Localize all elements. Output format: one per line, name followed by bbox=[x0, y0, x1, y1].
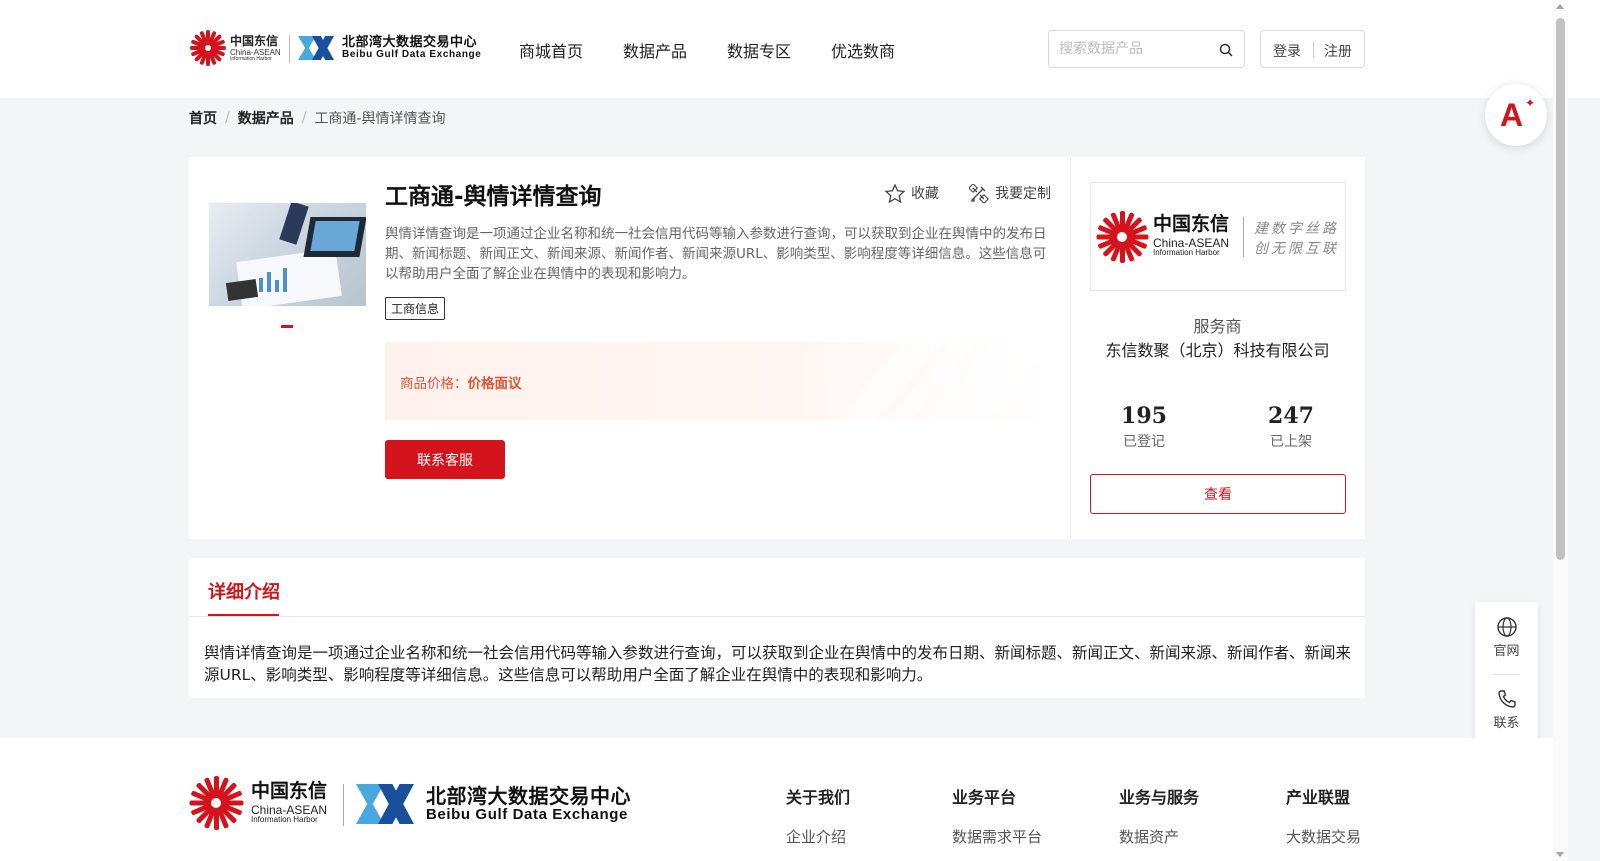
breadcrumb-current: 工商通-舆情详情查询 bbox=[314, 111, 446, 127]
globe-icon bbox=[1496, 617, 1517, 637]
product-description: 舆情详情查询是一项通过企业名称和统一社会信用代码等输入参数进行查询，可以获取到企… bbox=[385, 226, 1047, 282]
scroll-up-icon[interactable] bbox=[1556, 4, 1564, 9]
provider-name: 东信数聚（北京）科技有限公司 bbox=[1105, 341, 1330, 360]
footer-col-heading: 业务平台 bbox=[952, 788, 1017, 807]
footer-link[interactable]: 企业介绍 bbox=[786, 826, 850, 847]
china-asean-burst-icon bbox=[190, 30, 226, 66]
main-nav: 商城首页 数据产品 数据专区 优选数商 bbox=[519, 38, 895, 62]
logo-divider bbox=[289, 35, 290, 63]
price-value: 价格面议 bbox=[467, 376, 522, 392]
footer-col-about: 关于我们 企业介绍 bbox=[786, 784, 850, 847]
product-title: 工商通-舆情详情查询 bbox=[385, 184, 602, 210]
nav-mall-home[interactable]: 商城首页 bbox=[519, 38, 583, 62]
footer-logo-cn-title: 中国东信 bbox=[251, 780, 328, 802]
logo-bb-title: 北部湾大数据交易中心 bbox=[342, 34, 478, 50]
china-asean-logo[interactable]: 中国东信 China-ASEAN Information Harbor bbox=[190, 28, 285, 68]
breadcrumb-home[interactable]: 首页 bbox=[189, 108, 217, 128]
official-site-button[interactable]: 官网 bbox=[1475, 616, 1538, 659]
price-text: 商品价格：价格面议 bbox=[400, 376, 522, 392]
ai-assistant-icon: A bbox=[1500, 97, 1524, 133]
contact-float-button[interactable]: 联系 bbox=[1475, 688, 1538, 731]
side-float-bar: 官网 联系 bbox=[1475, 602, 1538, 744]
footer-col-heading: 产业联盟 bbox=[1286, 788, 1351, 807]
contact-service-button[interactable]: 联系客服 bbox=[385, 440, 505, 479]
carousel-indicator[interactable] bbox=[281, 325, 293, 328]
nav-featured-vendors[interactable]: 优选数商 bbox=[831, 38, 895, 62]
nav-data-products[interactable]: 数据产品 bbox=[623, 38, 687, 62]
provider-role: 服务商 bbox=[1193, 317, 1242, 336]
footer-col-heading: 业务与服务 bbox=[1119, 788, 1200, 807]
search-icon[interactable] bbox=[1219, 43, 1233, 57]
footer-logo-cn-sub2: Information Harbor bbox=[251, 815, 318, 824]
contact-float-label: 联系 bbox=[1493, 716, 1520, 731]
search-input[interactable] bbox=[1059, 39, 1209, 59]
tab-detail[interactable]: 详细介绍 bbox=[208, 578, 280, 604]
footer-beibu-gulf-logo[interactable]: 北部湾大数据交易中心 Beibu Gulf Data Exchange bbox=[356, 782, 631, 826]
site-footer: 中国东信 China-ASEAN Information Harbor 北部湾大… bbox=[0, 738, 1553, 861]
breadcrumb-category[interactable]: 数据产品 bbox=[238, 108, 294, 128]
listed-count: 247 bbox=[1268, 403, 1314, 429]
footer-china-asean-logo[interactable]: 中国东信 China-ASEAN Information Harbor bbox=[189, 774, 339, 834]
breadcrumb-separator: / bbox=[301, 110, 307, 126]
customize-button[interactable]: 我要定制 bbox=[969, 183, 1051, 203]
provider-logo-sub2: Information Harbor bbox=[1153, 248, 1220, 257]
footer-burst-icon bbox=[189, 776, 244, 830]
provider-burst-icon bbox=[1096, 211, 1149, 263]
search-box bbox=[1048, 30, 1245, 68]
footer-col-heading: 关于我们 bbox=[786, 788, 851, 807]
site-header: 中国东信 China-ASEAN Information Harbor 北部湾大… bbox=[0, 0, 1600, 98]
logo-cn-sub2: Information Harbor bbox=[230, 55, 272, 62]
footer-link[interactable]: 数据资产 bbox=[1119, 826, 1199, 847]
nav-data-zone[interactable]: 数据专区 bbox=[727, 38, 791, 62]
product-card: 工商通-舆情详情查询 收藏 我要定制 舆情详情查询是一项通过企业名称和统一社会信… bbox=[189, 157, 1365, 539]
sparkle-icon: ✦ bbox=[1525, 96, 1536, 110]
scroll-thumb[interactable] bbox=[1556, 18, 1565, 560]
breadcrumb-separator: / bbox=[225, 110, 230, 126]
listed-stat: 247 已上架 bbox=[1231, 403, 1351, 451]
footer-logo-bb-title: 北部湾大数据交易中心 bbox=[426, 783, 631, 808]
provider-slogan: 建数字丝路 创无限互联 bbox=[1254, 221, 1339, 257]
star-icon bbox=[885, 183, 905, 203]
registered-stat: 195 已登记 bbox=[1084, 403, 1204, 451]
product-image[interactable] bbox=[209, 203, 366, 306]
logo-bb-sub: Beibu Gulf Data Exchange bbox=[342, 48, 482, 60]
page-scrollbar[interactable] bbox=[1553, 0, 1568, 861]
customize-label: 我要定制 bbox=[995, 186, 1051, 202]
scroll-down-icon[interactable] bbox=[1556, 852, 1564, 857]
footer-col-services: 业务与服务 数据资产 bbox=[1119, 784, 1199, 847]
tab-underline bbox=[208, 614, 279, 616]
auth-divider bbox=[1313, 42, 1314, 58]
favorite-label: 收藏 bbox=[911, 186, 939, 202]
footer-col-alliance: 产业联盟 大数据交易 bbox=[1286, 784, 1361, 847]
footer-logo-bb-sub: Beibu Gulf Data Exchange bbox=[426, 805, 628, 823]
logo-cn-title: 中国东信 bbox=[230, 33, 279, 48]
footer-beibu-gulf-mark-icon bbox=[356, 782, 414, 826]
ai-assistant-button[interactable]: A ✦ bbox=[1485, 84, 1547, 146]
footer-link[interactable]: 数据需求平台 bbox=[952, 826, 1042, 847]
phone-icon bbox=[1497, 690, 1516, 708]
provider-logo-title: 中国东信 bbox=[1153, 213, 1230, 235]
footer-col-platform: 业务平台 数据需求平台 bbox=[952, 784, 1042, 847]
footer-link[interactable]: 大数据交易 bbox=[1286, 826, 1361, 847]
registered-count: 195 bbox=[1121, 403, 1167, 429]
customize-icon bbox=[969, 183, 989, 203]
category-tag[interactable]: 工商信息 bbox=[385, 297, 446, 320]
official-site-label: 官网 bbox=[1493, 644, 1520, 659]
beibu-gulf-logo[interactable]: 北部湾大数据交易中心 Beibu Gulf Data Exchange bbox=[298, 34, 481, 62]
listed-label: 已上架 bbox=[1270, 434, 1312, 450]
registered-label: 已登记 bbox=[1123, 434, 1165, 450]
favorite-button[interactable]: 收藏 bbox=[885, 183, 939, 203]
breadcrumb: 首页 / 数据产品 / 工商通-舆情详情查询 bbox=[189, 108, 446, 128]
auth-box: 登录 注册 bbox=[1260, 30, 1365, 68]
view-provider-button[interactable]: 查看 bbox=[1090, 474, 1346, 514]
login-link[interactable]: 登录 bbox=[1273, 41, 1301, 61]
provider-logo: 中国东信 China-ASEAN Information Harbor 建数字丝… bbox=[1090, 182, 1346, 291]
price-box: 商品价格：价格面议 bbox=[385, 342, 1051, 420]
detail-text: 舆情详情查询是一项通过企业名称和统一社会信用代码等输入参数进行查询，可以获取到企… bbox=[204, 644, 1352, 684]
register-link[interactable]: 注册 bbox=[1324, 41, 1352, 61]
detail-section: 详细介绍 舆情详情查询是一项通过企业名称和统一社会信用代码等输入参数进行查询，可… bbox=[189, 558, 1365, 698]
beibu-gulf-mark-icon bbox=[298, 34, 334, 62]
